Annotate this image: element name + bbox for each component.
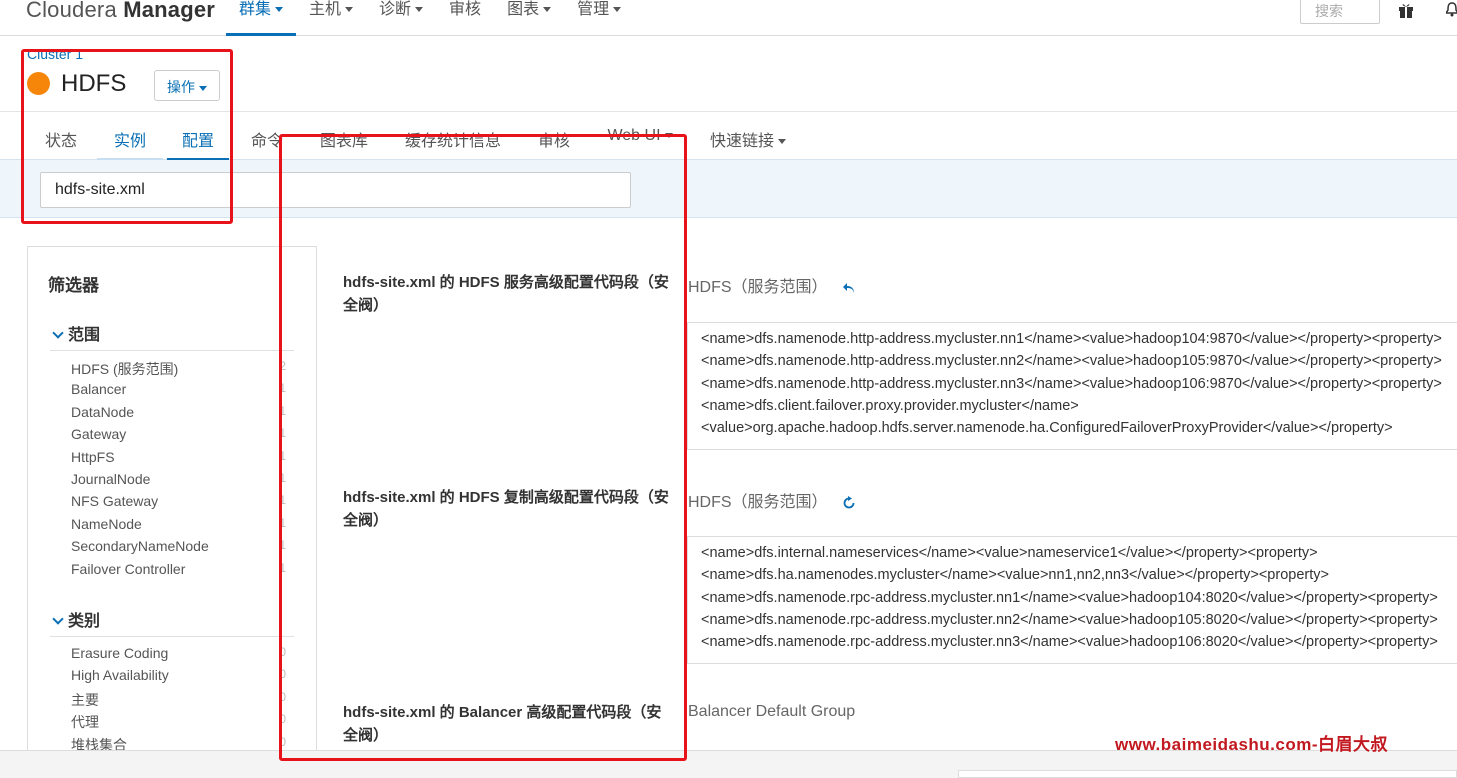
app-logo[interactable]: Cloudera Manager [26,0,215,23]
category-filter-list: Erasure Coding 0 High Availability 0 主要 0 代… [71,645,286,757]
filter-item[interactable]: NameNode 1 [71,516,286,538]
code-line: <name>dfs.namenode.rpc-address.mycluster… [701,611,1438,628]
config-textarea[interactable]: <name>dfs.namenode.http-address.mycluste… [687,322,1457,450]
clipped-line [688,323,1457,331]
chevron-down-icon [52,613,64,625]
chevron-down-icon [415,7,424,13]
scope-section-header[interactable]: 范围 [50,321,294,351]
filter-item[interactable]: HttpFS 1 [71,449,286,471]
annotation-box [279,134,687,761]
nav-hosts[interactable]: 主机 [296,0,366,36]
chevron-down-icon [199,85,207,91]
chevron-down-icon [613,7,622,13]
search-input[interactable]: 搜索 [1300,0,1380,24]
tab-quick-links[interactable]: 快速链接 [708,112,788,161]
filter-item[interactable]: Balancer 1 [71,381,286,403]
filter-item[interactable]: DataNode 1 [71,404,286,426]
code-line: <value>org.apache.hadoop.hdfs.server.nam… [701,420,1393,437]
nav-audits[interactable]: 审核 [436,0,494,36]
code-line: <name>dfs.namenode.http-address.mycluste… [701,331,1442,347]
nav-diagnostics[interactable]: 诊断 [366,0,436,36]
category-section-header[interactable]: 类别 [50,607,294,637]
property-label: hdfs-site.xml 的 Balancer 高级配置代码段（安全阀） [343,704,662,744]
filter-item[interactable]: JournalNode 1 [71,471,286,493]
property-scope: HDFS（服务范围） [688,488,856,512]
filter-item[interactable]: SecondaryNameNode 1 [71,538,286,560]
bell-icon[interactable] [1446,2,1457,18]
filter-item[interactable]: NFS Gateway 1 [71,493,286,515]
tab-commands[interactable]: 命令 [250,112,284,161]
chevron-down-icon [275,7,284,13]
tab-configuration[interactable]: 配置 [167,112,229,161]
code-line: <name>dfs.namenode.rpc-address.mycluster… [701,589,1438,606]
code-line: <name>dfs.namenode.http-address.mycluste… [701,353,1442,370]
code-line: <name>dfs.client.failover.proxy.provider… [701,397,1079,414]
top-navbar: Cloudera Manager 群集 主机 诊断 审核 图表 管理 搜索 [0,0,1457,36]
nav-charts[interactable]: 图表 [494,0,564,36]
tab-cache-statistics[interactable]: 缓存统计信息 [404,112,502,161]
nav-clusters[interactable]: 群集 [226,0,297,36]
tab-web-ui[interactable]: Web UI [606,112,674,161]
filter-item[interactable]: 代理 0 [71,712,286,734]
chevron-down-icon [345,7,354,13]
bottom-panel [958,770,1457,778]
service-tabs: 状态 实例 配置 命令 图表库 缓存统计信息 审核 Web UI 快速链接 [0,111,1457,161]
chevron-down-icon [52,327,64,339]
watermark: www.baimeidashu.com-白眉大叔 [1115,735,1389,754]
page-title: HDFS [61,70,127,97]
property-scope: HDFS（服务范围） [688,273,856,297]
tab-status[interactable]: 状态 [44,112,78,161]
property-scope: Balancer Default Group [688,703,856,720]
tab-audits[interactable]: 审核 [537,112,571,161]
actions-button[interactable]: 操作 [154,70,220,101]
gift-icon[interactable] [1398,2,1414,18]
filter-item[interactable]: HDFS (服务范围) 2 [71,359,286,381]
main-nav: 群集 主机 诊断 审核 图表 管理 [226,0,634,36]
status-indicator-icon [27,72,50,95]
chevron-down-icon [664,133,673,139]
config-search-input[interactable]: hdfs-site.xml [40,172,631,208]
filter-item[interactable]: Erasure Coding 0 [71,645,286,667]
filter-sidebar: 筛选器 范围 HDFS (服务范围) 2 Balancer 1 DataNode 1 … [27,246,317,756]
undo-icon[interactable] [842,281,856,295]
tab-chart-library[interactable]: 图表库 [319,112,369,161]
config-textarea[interactable]: <name>dfs.internal.nameservices</name><v… [687,536,1457,664]
sidebar-title: 筛选器 [48,276,99,295]
code-line: <name>dfs.namenode.rpc-address.mycluster… [701,634,1438,651]
breadcrumb[interactable]: Cluster 1 [27,46,83,62]
property-label: hdfs-site.xml 的 HDFS 服务高级配置代码段（安全阀） [343,274,669,314]
filter-item[interactable]: 主要 0 [71,690,286,712]
chevron-down-icon [778,139,786,145]
reset-icon[interactable] [842,495,856,510]
property-label: hdfs-site.xml 的 HDFS 复制高级配置代码段（安全阀） [343,489,669,529]
code-line: <name>dfs.namenode.http-address.mycluste… [701,375,1442,392]
scope-filter-list: HDFS (服务范围) 2 Balancer 1 DataNode 1 Gateway… [71,359,286,583]
filter-item[interactable]: Gateway 1 [71,426,286,448]
filter-item[interactable]: Failover Controller 1 [71,561,286,583]
filter-item[interactable]: High Availability 0 [71,667,286,689]
code-line: <name>dfs.ha.namenodes.mycluster</name><… [701,567,1329,584]
code-line: <name>dfs.internal.nameservices</name><v… [701,545,1318,561]
chevron-down-icon [543,7,552,13]
clipped-line [688,537,1457,545]
nav-administration[interactable]: 管理 [564,0,634,36]
tab-instances[interactable]: 实例 [97,112,163,161]
